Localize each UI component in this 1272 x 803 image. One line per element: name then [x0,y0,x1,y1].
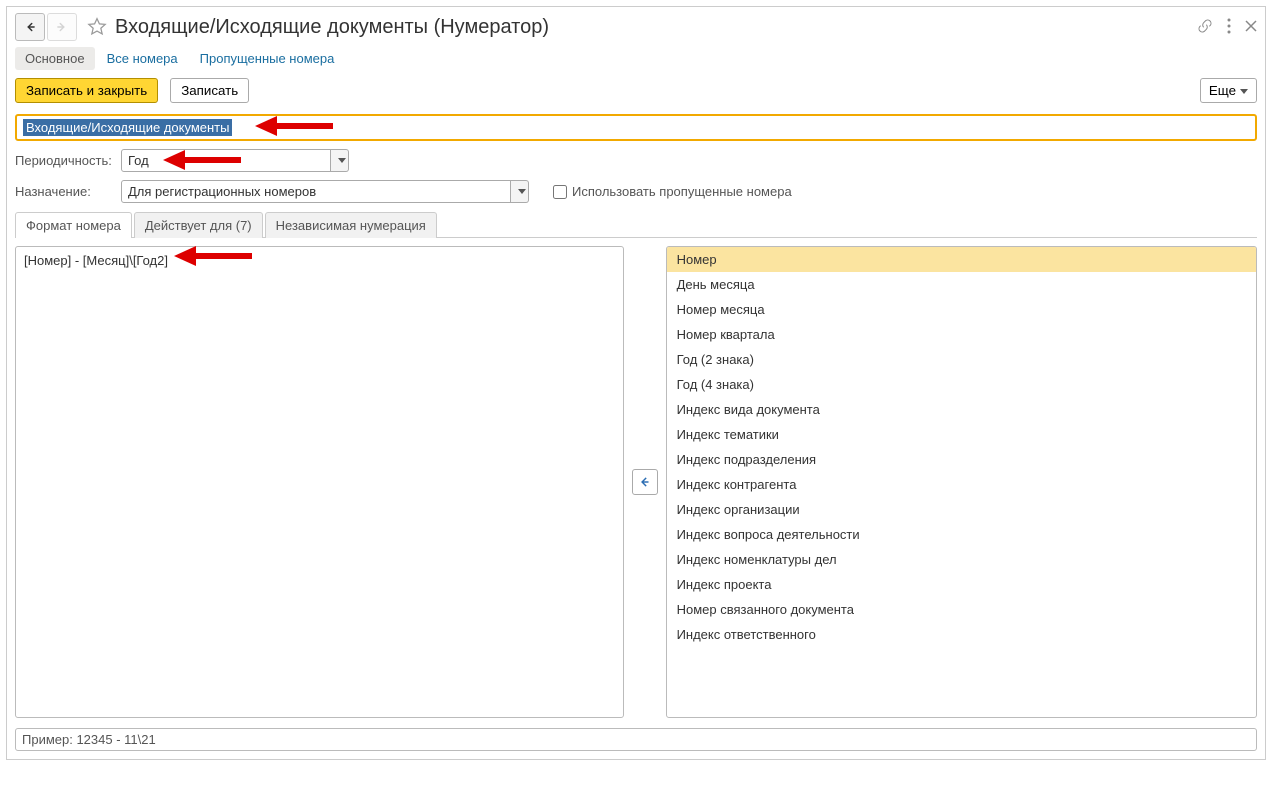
purpose-select[interactable]: Для регистрационных номеров [121,180,511,203]
chevron-down-icon [338,158,346,163]
list-item[interactable]: Индекс вопроса деятельности [667,522,1256,547]
nav-all-numbers[interactable]: Все номера [97,47,188,70]
purpose-dropdown-button[interactable] [511,180,529,203]
save-button[interactable]: Записать [170,78,249,103]
list-item[interactable]: Номер связанного документа [667,597,1256,622]
list-item[interactable]: Номер месяца [667,297,1256,322]
save-close-button[interactable]: Записать и закрыть [15,78,158,103]
periodicity-dropdown-button[interactable] [331,149,349,172]
format-textarea[interactable]: [Номер] - [Месяц]\[Год2] [15,246,624,718]
back-button[interactable] [15,13,45,41]
tab-format[interactable]: Формат номера [15,212,132,238]
example-output: Пример: 12345 - 11\21 [15,728,1257,751]
list-item[interactable]: Год (2 знака) [667,347,1256,372]
chevron-down-icon [518,189,526,194]
tab-independent[interactable]: Независимая нумерация [265,212,437,238]
close-icon[interactable] [1245,20,1257,35]
list-item[interactable]: Индекс подразделения [667,447,1256,472]
annotation-arrow-icon [174,245,254,267]
list-item[interactable]: Индекс вида документа [667,397,1256,422]
list-item[interactable]: Индекс контрагента [667,472,1256,497]
chevron-down-icon [1240,89,1248,94]
components-list[interactable]: НомерДень месяцаНомер месяцаНомер кварта… [666,246,1257,718]
move-left-button[interactable] [632,469,658,495]
list-item[interactable]: Номер квартала [667,322,1256,347]
nav-skipped[interactable]: Пропущенные номера [190,47,345,70]
periodicity-label: Периодичность: [15,153,115,168]
kebab-icon[interactable] [1227,18,1231,37]
list-item[interactable]: Год (4 знака) [667,372,1256,397]
use-skipped-checkbox[interactable]: Использовать пропущенные номера [553,184,792,199]
list-item[interactable]: Индекс номенклатуры дел [667,547,1256,572]
page-title: Входящие/Исходящие документы (Нумератор) [115,16,1197,39]
more-button[interactable]: Еще [1200,78,1257,103]
list-item[interactable]: Номер [667,247,1256,272]
list-item[interactable]: Индекс тематики [667,422,1256,447]
list-item[interactable]: День месяца [667,272,1256,297]
list-item[interactable]: Индекс проекта [667,572,1256,597]
link-icon[interactable] [1197,18,1213,37]
periodicity-select[interactable]: Год [121,149,331,172]
list-item[interactable]: Индекс ответственного [667,622,1256,647]
list-item[interactable]: Индекс организации [667,497,1256,522]
purpose-label: Назначение: [15,184,115,199]
tab-applies[interactable]: Действует для (7) [134,212,263,238]
nav-main[interactable]: Основное [15,47,95,70]
name-input[interactable]: Входящие/Исходящие документы [17,116,1255,139]
favorite-star-icon[interactable] [87,17,107,37]
forward-button [47,13,77,41]
